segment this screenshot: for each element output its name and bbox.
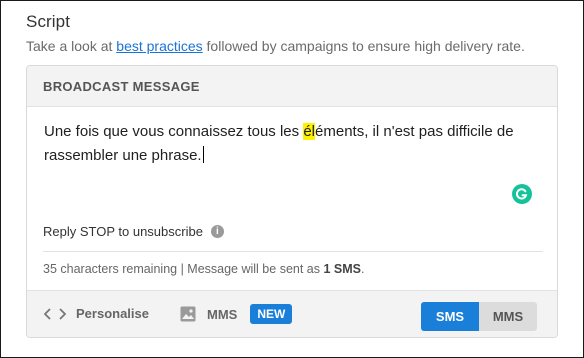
reply-stop-label: Reply STOP to unsubscribe — [43, 224, 203, 239]
message-highlight: él — [303, 123, 316, 140]
grammarly-icon[interactable] — [512, 184, 532, 204]
sms-count: 1 SMS — [323, 262, 361, 276]
code-icon — [44, 307, 66, 320]
section-subtitle: Take a look at best practices followed b… — [26, 38, 525, 54]
personalise-label: Personalise — [76, 306, 149, 321]
toggle-mms-button[interactable]: MMS — [479, 302, 537, 331]
section-title: Script — [26, 12, 71, 31]
subtitle-prefix: Take a look at — [26, 38, 117, 54]
characters-remaining: 35 characters remaining | Message will b… — [43, 262, 364, 276]
mms-label: MMS — [207, 306, 238, 322]
remaining-end: . — [360, 262, 365, 276]
personalise-button[interactable]: Personalise — [44, 306, 149, 321]
message-editor[interactable]: Une fois que vous connaissez tous les él… — [44, 120, 534, 168]
message-text-start: Une fois que vous connaissez tous les — [44, 123, 304, 140]
card-footer: Personalise MMS NEW SMS MMS — [27, 290, 557, 337]
message-text-line2: rassembler une phrase. — [44, 147, 202, 164]
text-caret — [202, 146, 205, 163]
message-text-end: éments, il n'est pas difficile de — [315, 123, 514, 140]
subtitle-suffix: followed by campaigns to ensure high del… — [202, 38, 525, 54]
image-icon — [180, 306, 196, 322]
card-header: BROADCAST MESSAGE — [27, 66, 557, 107]
broadcast-message-card: BROADCAST MESSAGE Une fois que vous conn… — [26, 65, 558, 338]
remaining-text: 35 characters remaining | Message will b… — [43, 262, 324, 276]
info-icon[interactable]: i — [210, 225, 224, 238]
divider — [43, 251, 543, 252]
mms-option[interactable]: MMS NEW — [180, 304, 293, 324]
toggle-sms-button[interactable]: SMS — [421, 302, 479, 331]
new-badge: NEW — [250, 304, 293, 324]
best-practices-link[interactable]: best practices — [116, 38, 202, 54]
reply-stop-row: Reply STOP to unsubscribe i — [43, 224, 224, 239]
sms-mms-toggle: SMS MMS — [421, 302, 537, 331]
